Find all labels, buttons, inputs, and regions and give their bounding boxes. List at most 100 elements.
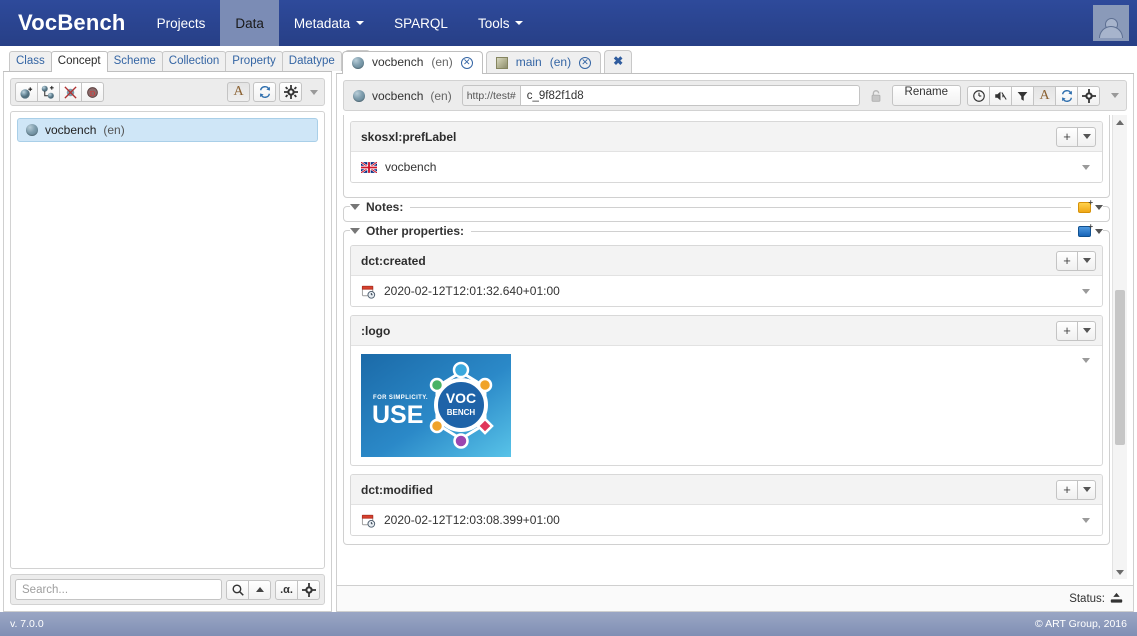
tab-property[interactable]: Property: [225, 51, 283, 71]
svg-text:USE: USE: [372, 401, 423, 429]
tab-scheme[interactable]: Scheme: [106, 51, 163, 71]
nav-item-tools[interactable]: Tools: [463, 0, 539, 46]
tab-concept[interactable]: Concept: [50, 51, 108, 72]
resource-settings-gear-icon[interactable]: [1077, 85, 1100, 106]
mute-validation-icon[interactable]: [989, 85, 1012, 106]
property-value-row[interactable]: vocbench: [351, 152, 1102, 182]
concept-tree-panel: D A vocbench (en) Search... .α.: [3, 72, 332, 612]
show-labels-icon[interactable]: A: [1033, 85, 1056, 106]
value-menu-caret-icon[interactable]: [1082, 164, 1090, 170]
deprecate-concept-icon[interactable]: D: [81, 82, 104, 102]
tab-datatype-label: Datatype: [288, 55, 335, 67]
resource-tabstrip: vocbench (en) ✕ main (en) ✕ ✖: [336, 50, 1134, 74]
top-navbar: VocBench Projects Data Metadata SPARQL T…: [0, 0, 1137, 46]
alphabetical-order-icon[interactable]: A: [227, 82, 250, 102]
tab-class[interactable]: Class: [9, 51, 52, 71]
lock-icon[interactable]: [866, 85, 886, 106]
scroll-up-button[interactable]: [1113, 115, 1127, 129]
plus-badge-icon: +: [1088, 197, 1093, 207]
tree-refresh-icon[interactable]: [253, 82, 276, 102]
search-options-caret-icon[interactable]: [248, 579, 271, 600]
user-avatar[interactable]: [1093, 5, 1129, 41]
tab-collection[interactable]: Collection: [161, 51, 227, 71]
content-scrollbar[interactable]: [1112, 115, 1127, 579]
gear-icon: [1081, 88, 1096, 103]
history-clock-icon[interactable]: [967, 85, 990, 106]
property-value-row[interactable]: 2020-02-12T12:01:32.640+01:00: [351, 276, 1102, 306]
nav-item-tools-label: Tools: [477, 15, 510, 31]
resource-tab-vocbench[interactable]: vocbench (en) ✕: [342, 51, 483, 74]
sphere-tree-plus-icon: [41, 85, 54, 99]
add-note-icon[interactable]: +: [1078, 197, 1093, 213]
value-menu-caret-icon[interactable]: [1082, 517, 1090, 523]
tree-tabstrip: Class Concept Scheme Collection Property…: [3, 50, 370, 72]
nav-item-sparql-label: SPARQL: [394, 15, 448, 31]
property-menu-caret-icon[interactable]: [1077, 320, 1096, 341]
caret-up-icon: [1116, 119, 1124, 125]
search-mode-alpha-icon[interactable]: .α.: [275, 579, 298, 600]
footer-version: v. 7.0.0: [10, 618, 44, 630]
uri-local-name-input[interactable]: c_9f82f1d8: [519, 85, 860, 106]
status-label: Status:: [1069, 592, 1105, 605]
section-notes-legend: Notes: +: [350, 197, 1103, 214]
nav-item-sparql[interactable]: SPARQL: [379, 0, 463, 46]
funnel-icon: [1017, 91, 1028, 101]
value-menu-caret-icon[interactable]: [1082, 288, 1090, 294]
nav-item-data[interactable]: Data: [220, 0, 279, 46]
property-menu-caret-icon[interactable]: [1077, 479, 1096, 500]
value-menu-caret-icon[interactable]: [1082, 358, 1090, 363]
close-icon[interactable]: ✕: [460, 56, 473, 69]
add-narrower-concept-icon[interactable]: [37, 82, 60, 102]
add-value-button[interactable]: +: [1056, 479, 1078, 500]
resource-tab-main[interactable]: main (en) ✕: [485, 51, 602, 73]
tree-node-vocbench[interactable]: vocbench (en): [17, 118, 318, 142]
svg-text:D: D: [90, 88, 96, 97]
rename-button[interactable]: Rename: [891, 85, 961, 106]
search-icon[interactable]: [226, 579, 249, 600]
add-property-icon[interactable]: +: [1078, 222, 1093, 237]
remove-concept-icon[interactable]: [59, 82, 82, 102]
chevron-down-icon: [356, 21, 365, 25]
close-icon[interactable]: ✕: [579, 56, 592, 69]
nav-item-projects-label: Projects: [156, 15, 206, 31]
avatar-body-icon: [1099, 26, 1123, 38]
property-menu-caret-icon[interactable]: [1077, 250, 1096, 271]
filter-icon[interactable]: [1011, 85, 1034, 106]
tree-options-caret-icon[interactable]: [310, 89, 318, 95]
section-menu-caret-icon[interactable]: [1095, 204, 1103, 210]
tab-datatype[interactable]: Datatype: [281, 51, 342, 71]
resource-content: Lexicalizations: + skosxl:prefLabel: [343, 115, 1112, 579]
property-menu-caret-icon[interactable]: [1077, 126, 1096, 147]
close-all-tabs-button[interactable]: ✖: [604, 50, 633, 73]
resource-more-caret-icon[interactable]: [1111, 93, 1119, 98]
tree-settings-gear-icon[interactable]: [279, 82, 302, 102]
search-mode-alpha-label: .α.: [280, 583, 293, 596]
speaker-mute-icon: [995, 91, 1007, 100]
tree-action-buttons: D: [15, 82, 104, 102]
add-concept-icon[interactable]: [15, 82, 38, 102]
app-brand[interactable]: VocBench: [0, 0, 142, 46]
status-connected-icon[interactable]: [1110, 592, 1123, 605]
sphere-deprecate-icon: D: [87, 86, 98, 98]
collapse-triangle-icon[interactable]: [350, 228, 360, 234]
resource-title-lang: (en): [430, 88, 452, 103]
nav-item-metadata[interactable]: Metadata: [279, 0, 379, 46]
resource-refresh-icon[interactable]: [1055, 85, 1078, 106]
caret-down-icon: [1082, 258, 1091, 263]
section-menu-caret-icon[interactable]: [1095, 228, 1103, 234]
scrollbar-thumb[interactable]: [1115, 290, 1125, 445]
nav-item-projects[interactable]: Projects: [142, 0, 221, 46]
concept-tree[interactable]: vocbench (en): [10, 111, 325, 569]
collapse-triangle-icon[interactable]: [350, 204, 360, 210]
add-value-button[interactable]: +: [1056, 126, 1078, 147]
search-input[interactable]: [15, 579, 222, 600]
show-labels-label: A: [1039, 87, 1050, 103]
search-settings-gear-icon[interactable]: [297, 579, 320, 600]
property-value-row[interactable]: FOR SIMPLICITY. USE VOC BENCH: [351, 346, 1102, 465]
property-value-row[interactable]: 2020-02-12T12:03:08.399+01:00: [351, 505, 1102, 535]
scroll-down-button[interactable]: [1113, 565, 1127, 579]
property-header: dct:created +: [351, 246, 1102, 276]
add-value-button[interactable]: +: [1056, 320, 1078, 341]
add-value-button[interactable]: +: [1056, 250, 1078, 271]
tab-concept-label: Concept: [57, 55, 101, 67]
